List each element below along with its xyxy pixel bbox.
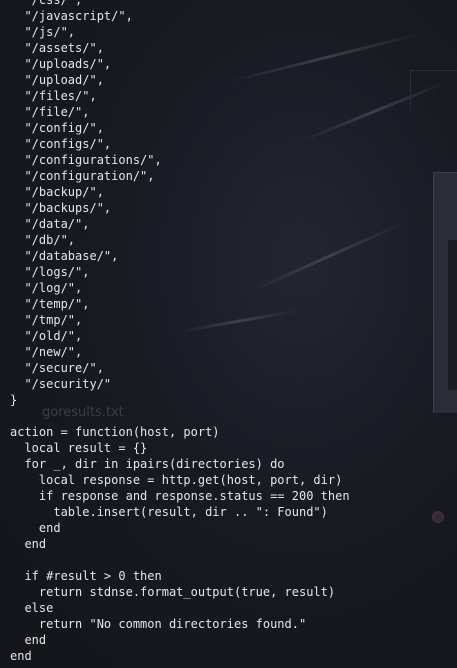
code-line: "/data/", [10,217,90,231]
code-line: "/upload/", [10,73,104,87]
code-line: return stdnse.format_output(true, result… [10,585,336,599]
code-line: if #result > 0 then [10,569,162,583]
code-line: else [10,601,54,615]
code-line: "/files/", [10,89,97,103]
code-line: local response = http.get(host, port, di… [10,473,343,487]
code-line: "/old/", [10,329,83,343]
code-line: "/logs/", [10,265,90,279]
code-line: "/backups/", [10,201,112,215]
code-line: table.insert(result, dir .. ": Found") [10,505,328,519]
code-line: end [10,537,47,551]
code-line: "/uploads/", [10,57,112,71]
code-line: "/file/", [10,105,90,119]
code-line: "/js/", [10,25,76,39]
code-line: "/assets/", [10,41,104,55]
code-line: "/configurations/", [10,153,162,167]
code-line: "/db/", [10,233,76,247]
code-line: return "No common directories found." [10,617,307,631]
background-window-inner [448,240,457,390]
code-line: end [10,521,61,535]
record-icon [432,511,444,523]
code-line: "/log/", [10,281,83,295]
code-line: } [10,393,18,407]
code-line: "/security/" [10,377,112,391]
code-line: "/css/", [10,0,83,7]
code-line: for _, dir in ipairs(directories) do [10,457,285,471]
code-line: "/temp/", [10,297,90,311]
code-line: "/javascript/", [10,9,133,23]
code-line: end [10,633,47,647]
code-line: "/configs/", [10,137,112,151]
code-line: action = function(host, port) [10,425,220,439]
code-line: "/configuration/", [10,169,155,183]
code-view[interactable]: "/css/", "/javascript/", "/js/", "/asset… [10,0,350,664]
code-line: "/new/", [10,345,83,359]
code-line: local result = {} [10,441,148,455]
background-window-frame [410,70,457,111]
code-line: "/backup/", [10,185,104,199]
code-line: end [10,649,32,663]
code-line: if response and response.status == 200 t… [10,489,350,503]
code-line: "/config/", [10,121,104,135]
code-line: "/tmp/", [10,313,83,327]
code-line: "/secure/", [10,361,104,375]
code-line: "/database/", [10,249,119,263]
